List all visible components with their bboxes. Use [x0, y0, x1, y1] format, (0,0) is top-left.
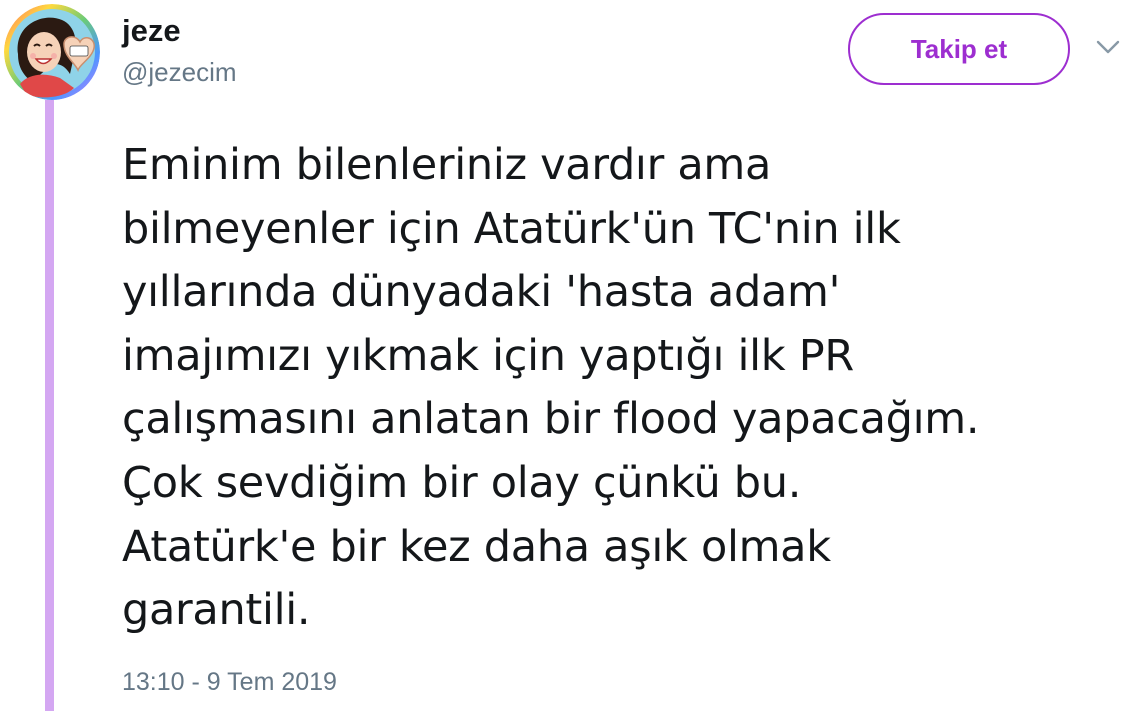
tweet-card: jeze @jezecim Takip et Eminim bilenlerin… — [0, 0, 1136, 711]
tweet-text: Eminim bilenleriniz vardır ama bilmeyenl… — [122, 140, 980, 636]
follow-button[interactable]: Takip et — [848, 13, 1070, 85]
tweet-timestamp[interactable]: 13:10 - 9 Tem 2019 — [122, 666, 337, 698]
avatar[interactable] — [4, 4, 100, 100]
display-name[interactable]: jeze — [122, 12, 181, 50]
thread-connector-line — [45, 100, 54, 711]
avatar-illustration-icon — [4, 4, 100, 100]
chevron-down-icon[interactable] — [1094, 36, 1122, 58]
username[interactable]: @jezecim — [122, 56, 237, 88]
